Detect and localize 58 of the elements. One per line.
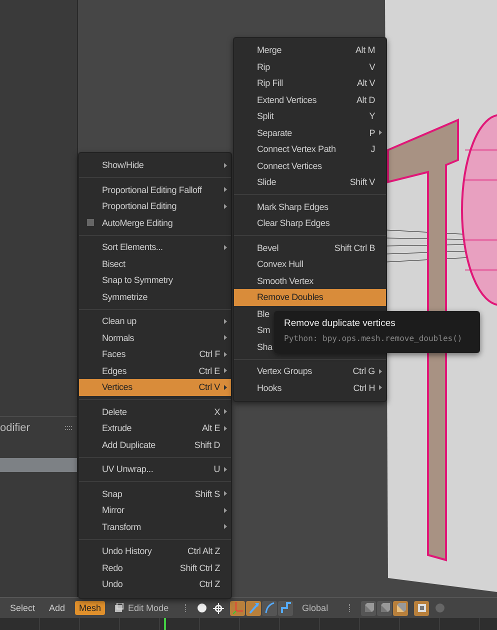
pivot-icon[interactable] [213,602,224,614]
axes-icon[interactable] [230,600,246,616]
menu-item[interactable]: Hooks Ctrl H [234,380,386,396]
menu-item[interactable]: Edges Ctrl E [79,362,231,379]
menu-item[interactable]: Rip Fill Alt V [234,75,386,92]
checkbox[interactable] [87,219,94,226]
face-select-icon[interactable] [393,600,408,616]
vertex-select-icon[interactable] [361,600,376,616]
menu-item[interactable]: Redo Shift Ctrl Z [79,560,231,576]
menu-item[interactable]: Connect Vertices [234,158,386,174]
menu-item[interactable]: Smooth Vertex [234,272,386,289]
menu-button[interactable]: Add [45,601,70,615]
menu-item[interactable]: Snap Shift S [79,486,231,502]
menu-button[interactable]: Select [6,601,40,615]
menu-item[interactable]: Extend Vertices Alt D [234,92,386,108]
menu-item[interactable]: Delete X [79,404,231,420]
menu-item[interactable]: Sort Elements... [79,239,231,256]
menu-button[interactable]: Mesh [75,601,106,615]
menu-item[interactable]: UV Unwrap... U [79,461,231,478]
menu-item[interactable]: Vertex Groups Ctrl G [234,363,386,380]
shading-sphere-icon[interactable] [197,603,208,613]
menu-item[interactable]: Undo Ctrl Z [79,576,231,592]
panel-heading: odifier [0,422,30,434]
menu-item[interactable]: Remove Doubles [234,289,386,306]
menu-item[interactable]: Clear Sharp Edges [234,215,386,232]
menu-item[interactable]: Add Duplicate Shift D [79,436,231,453]
arc-icon[interactable] [262,600,278,616]
menu-item[interactable]: Bevel Shift Ctrl B [234,240,386,256]
menu-item[interactable]: Proportional Editing [79,198,231,214]
menu-item[interactable]: Proportional Editing Falloff [79,182,231,198]
cube-icon [114,603,124,613]
menu-item[interactable]: Symmetrize [79,288,231,305]
python-path: Python: bpy.ops.mesh.remove_doubles() [284,334,464,343]
menu-item[interactable]: Vertices Ctrl V [79,379,231,396]
menu-item[interactable]: Connect Vertex Path J [234,141,386,158]
menu-item[interactable]: Faces Ctrl F [79,346,231,362]
menu-item[interactable]: Mirror [79,502,231,518]
current-frame-line [164,618,166,630]
menu-item[interactable]: Merge Alt M [234,42,386,58]
menu-item[interactable]: Split Y [234,108,386,124]
menu-item[interactable]: Rip V [234,58,386,75]
tooltip-title: Remove duplicate vertices [284,318,396,329]
menu-item[interactable]: Separate P [234,124,386,141]
menu-item[interactable]: Extrude Alt E [79,420,231,436]
menu-item[interactable]: Convex Hull [234,256,386,272]
menu-item[interactable]: Normals [79,330,231,346]
menu-item[interactable]: Bisect [79,256,231,272]
menu-item[interactable]: Clean up [79,313,231,330]
menu-item[interactable]: AutoMerge Editing [79,214,231,231]
menu-item[interactable]: Mark Sharp Edges [234,198,386,215]
menu-item[interactable]: Slide Shift V [234,174,386,190]
occlude-icon[interactable] [414,600,430,616]
menu-item[interactable]: Snap to Symmetry [79,272,231,288]
edge-select-icon[interactable] [377,600,392,616]
menu-item[interactable]: Undo History Ctrl Alt Z [79,543,231,560]
scale-icon[interactable] [278,600,294,616]
menu-item[interactable]: Show/Hide [79,157,231,174]
menu-item[interactable]: Transform [79,518,231,535]
